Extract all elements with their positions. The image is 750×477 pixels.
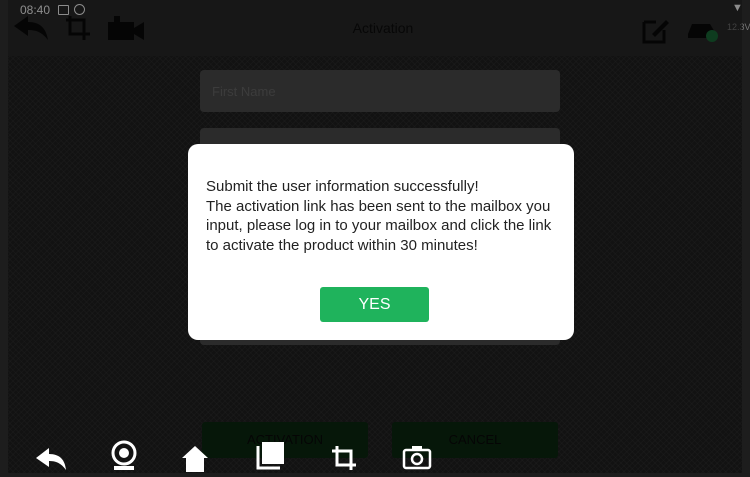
- success-dialog: Submit the user information successfully…: [188, 144, 574, 340]
- camera-icon[interactable]: [402, 444, 432, 475]
- yes-button[interactable]: YES: [320, 287, 429, 322]
- crop-icon[interactable]: [330, 444, 358, 477]
- vci-icon[interactable]: [108, 440, 140, 477]
- back-icon[interactable]: [34, 446, 68, 477]
- home-icon[interactable]: [180, 444, 210, 477]
- bottom-nav: [8, 440, 742, 473]
- dialog-message: Submit the user information successfully…: [206, 178, 552, 254]
- windows-icon[interactable]: [254, 440, 286, 477]
